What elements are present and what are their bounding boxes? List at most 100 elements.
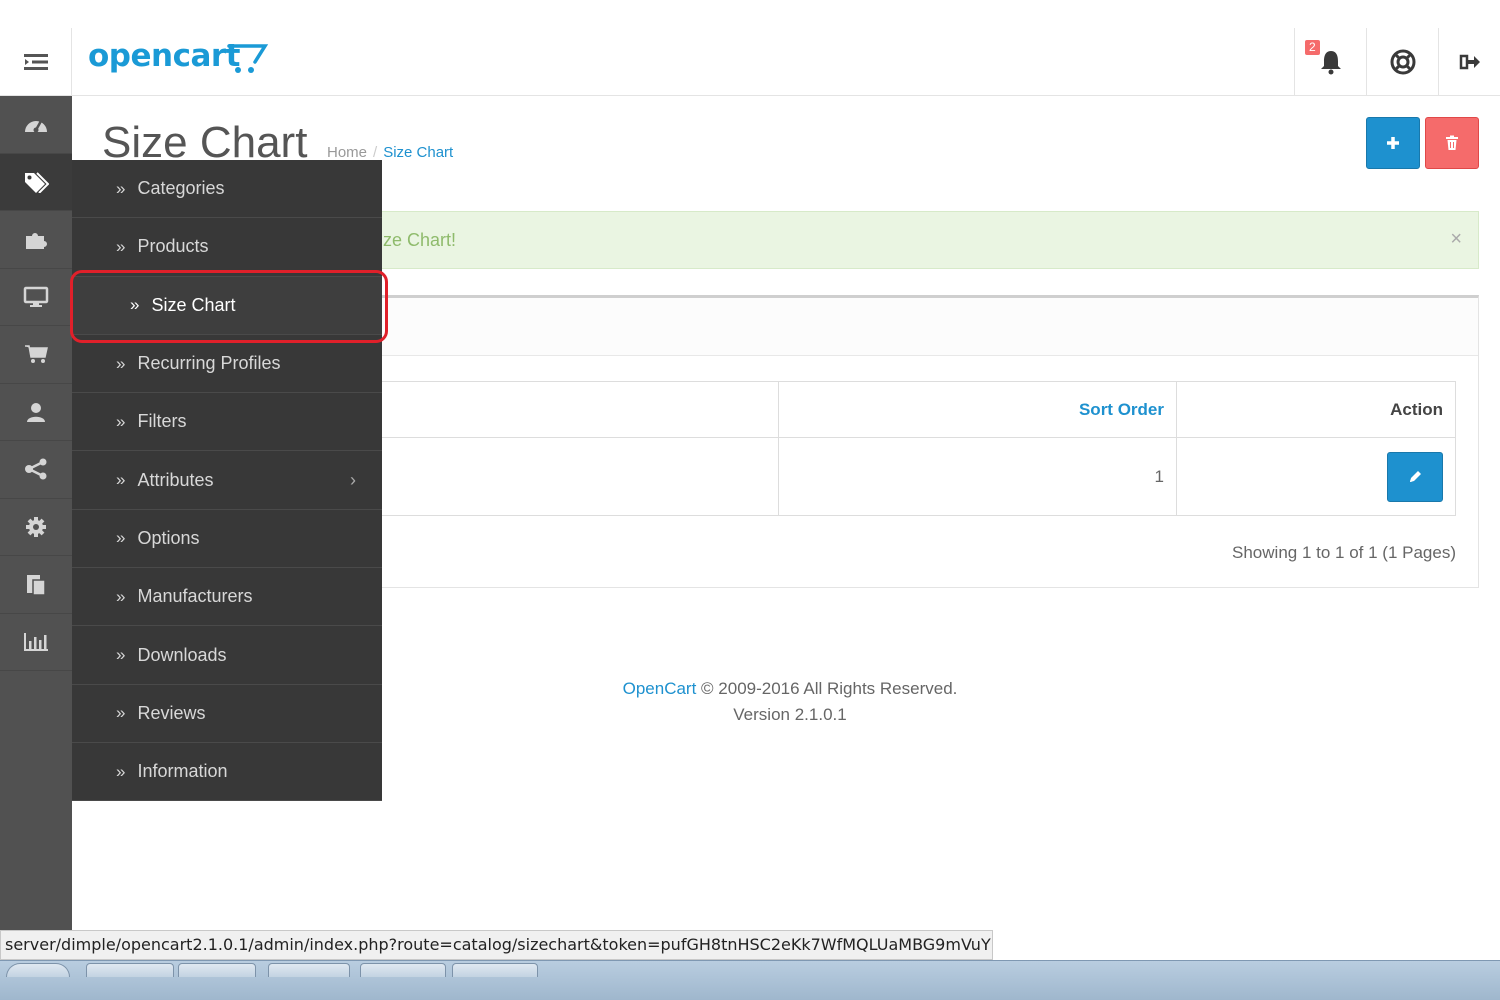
taskbar-app-3[interactable] bbox=[268, 963, 350, 977]
version-text: Version 2.1.0.1 bbox=[733, 705, 847, 724]
submenu-item-filters[interactable]: » Filters bbox=[72, 393, 382, 452]
table-header-row: Sort Order Action bbox=[381, 381, 1456, 438]
submenu-item-information[interactable]: » Information bbox=[72, 743, 382, 802]
submenu-item-label: Downloads bbox=[137, 644, 227, 665]
notification-badge: 2 bbox=[1305, 40, 1320, 55]
menu-toggle-button[interactable] bbox=[0, 28, 72, 96]
list-panel: Sort Order Action 1 Showing 1 to 1 of 1 … bbox=[380, 295, 1479, 588]
submenu-item-options[interactable]: » Options bbox=[72, 510, 382, 569]
submenu-item-label: Attributes bbox=[137, 469, 214, 490]
sign-out-icon bbox=[1459, 54, 1480, 70]
notifications-button[interactable]: 2 bbox=[1294, 28, 1366, 96]
taskbar-app-1[interactable] bbox=[86, 963, 174, 977]
puzzle-icon bbox=[26, 233, 47, 250]
highlight-annotation bbox=[70, 270, 388, 343]
table-row: 1 bbox=[381, 437, 1456, 516]
taskbar-app-2[interactable] bbox=[178, 963, 256, 977]
gear-icon bbox=[26, 516, 46, 537]
name-cell bbox=[381, 437, 779, 516]
success-alert: ze Chart! × bbox=[380, 211, 1479, 269]
panel-heading bbox=[381, 298, 1478, 356]
catalog-submenu: » Categories » Products » Size Chart » Recur… bbox=[72, 160, 382, 802]
delete-button[interactable] bbox=[1425, 117, 1479, 169]
double-chevron-icon: » bbox=[116, 236, 126, 256]
life-ring-icon bbox=[1390, 49, 1415, 75]
taskbar-app-4[interactable] bbox=[360, 963, 446, 977]
submenu-item-label: Reviews bbox=[137, 702, 206, 723]
logout-button[interactable] bbox=[1438, 28, 1500, 96]
size-chart-table: Sort Order Action 1 bbox=[381, 381, 1456, 516]
double-chevron-icon: » bbox=[116, 353, 126, 373]
submenu-item-downloads[interactable]: » Downloads bbox=[72, 626, 382, 685]
top-header: opencart 2 bbox=[0, 0, 1500, 96]
pencil-icon bbox=[1410, 470, 1421, 482]
bar-chart-icon bbox=[24, 632, 48, 651]
menu-list-icon bbox=[23, 54, 48, 70]
breadcrumb-home-link[interactable]: Home bbox=[327, 144, 367, 161]
submenu-item-label: Manufacturers bbox=[137, 586, 253, 607]
alert-message: ze Chart! bbox=[383, 229, 457, 250]
sidebar-item-statistics[interactable] bbox=[0, 614, 72, 671]
double-chevron-icon: » bbox=[116, 411, 126, 431]
plus-icon bbox=[1387, 137, 1399, 149]
cart-logo-icon bbox=[227, 44, 269, 73]
sort-order-cell: 1 bbox=[778, 437, 1177, 516]
submenu-item-recurring-profiles[interactable]: » Recurring Profiles bbox=[72, 335, 382, 394]
tags-icon bbox=[25, 172, 49, 193]
add-new-button[interactable] bbox=[1366, 117, 1420, 169]
double-chevron-icon: » bbox=[116, 586, 126, 606]
submenu-item-reviews[interactable]: » Reviews bbox=[72, 685, 382, 743]
cart-icon bbox=[25, 345, 48, 364]
submenu-item-label: Filters bbox=[137, 411, 187, 432]
page-footer: OpenCart © 2009-2016 All Rights Reserved… bbox=[380, 676, 1200, 728]
edit-button[interactable] bbox=[1387, 451, 1443, 502]
submenu-item-label: Products bbox=[137, 236, 209, 257]
double-chevron-icon: » bbox=[116, 470, 126, 490]
desktop-icon bbox=[23, 286, 49, 307]
sidebar-item-reports[interactable] bbox=[0, 556, 72, 614]
browser-status-bar: server/dimple/opencart2.1.0.1/admin/inde… bbox=[0, 930, 993, 960]
breadcrumb: Home / Size Chart bbox=[327, 144, 453, 161]
dashboard-icon bbox=[25, 120, 47, 133]
taskbar-app-5[interactable] bbox=[452, 963, 538, 977]
chevron-right-icon: › bbox=[350, 469, 356, 490]
submenu-item-products[interactable]: » Products bbox=[72, 218, 382, 277]
submenu-item-manufacturers[interactable]: » Manufacturers bbox=[72, 568, 382, 627]
start-button[interactable] bbox=[6, 963, 70, 977]
share-icon bbox=[25, 458, 47, 480]
sidebar-item-catalog[interactable] bbox=[0, 153, 72, 211]
name-column-header bbox=[381, 381, 779, 438]
breadcrumb-current-link[interactable]: Size Chart bbox=[383, 144, 453, 161]
action-cell bbox=[1176, 437, 1456, 516]
submenu-item-label: Options bbox=[137, 527, 200, 548]
bell-icon bbox=[1320, 51, 1341, 75]
sidebar-item-sales[interactable] bbox=[0, 326, 72, 384]
sidebar-item-marketing[interactable] bbox=[0, 441, 72, 499]
copyright-text: © 2009-2016 All Rights Reserved. bbox=[696, 679, 958, 698]
sidebar-item-design[interactable] bbox=[0, 269, 72, 326]
help-button[interactable] bbox=[1366, 28, 1438, 96]
main-sidebar bbox=[0, 96, 72, 930]
double-chevron-icon: » bbox=[116, 703, 126, 723]
submenu-item-categories[interactable]: » Categories bbox=[72, 160, 382, 219]
breadcrumb-separator: / bbox=[373, 144, 378, 161]
submenu-item-label: Information bbox=[137, 761, 228, 782]
sort-order-column-header[interactable]: Sort Order bbox=[778, 381, 1177, 438]
double-chevron-icon: » bbox=[116, 178, 126, 198]
os-taskbar bbox=[0, 960, 1500, 1000]
sidebar-item-dashboard[interactable] bbox=[0, 96, 72, 154]
pagination-results-text: Showing 1 to 1 of 1 (1 Pages) bbox=[1232, 543, 1456, 562]
alert-close-button[interactable]: × bbox=[1450, 228, 1462, 251]
opencart-logo[interactable]: opencart bbox=[88, 38, 240, 74]
sidebar-item-extensions[interactable] bbox=[0, 211, 72, 269]
submenu-item-attributes[interactable]: » Attributes › bbox=[72, 451, 382, 510]
submenu-item-label: Categories bbox=[137, 178, 225, 199]
sidebar-item-system[interactable] bbox=[0, 499, 72, 556]
opencart-footer-link[interactable]: OpenCart bbox=[623, 679, 697, 698]
sidebar-item-customers[interactable] bbox=[0, 384, 72, 441]
clipboard-icon bbox=[27, 575, 46, 596]
double-chevron-icon: » bbox=[116, 528, 126, 548]
double-chevron-icon: » bbox=[116, 645, 126, 665]
submenu-item-label: Recurring Profiles bbox=[137, 353, 281, 374]
action-column-header: Action bbox=[1176, 381, 1456, 438]
